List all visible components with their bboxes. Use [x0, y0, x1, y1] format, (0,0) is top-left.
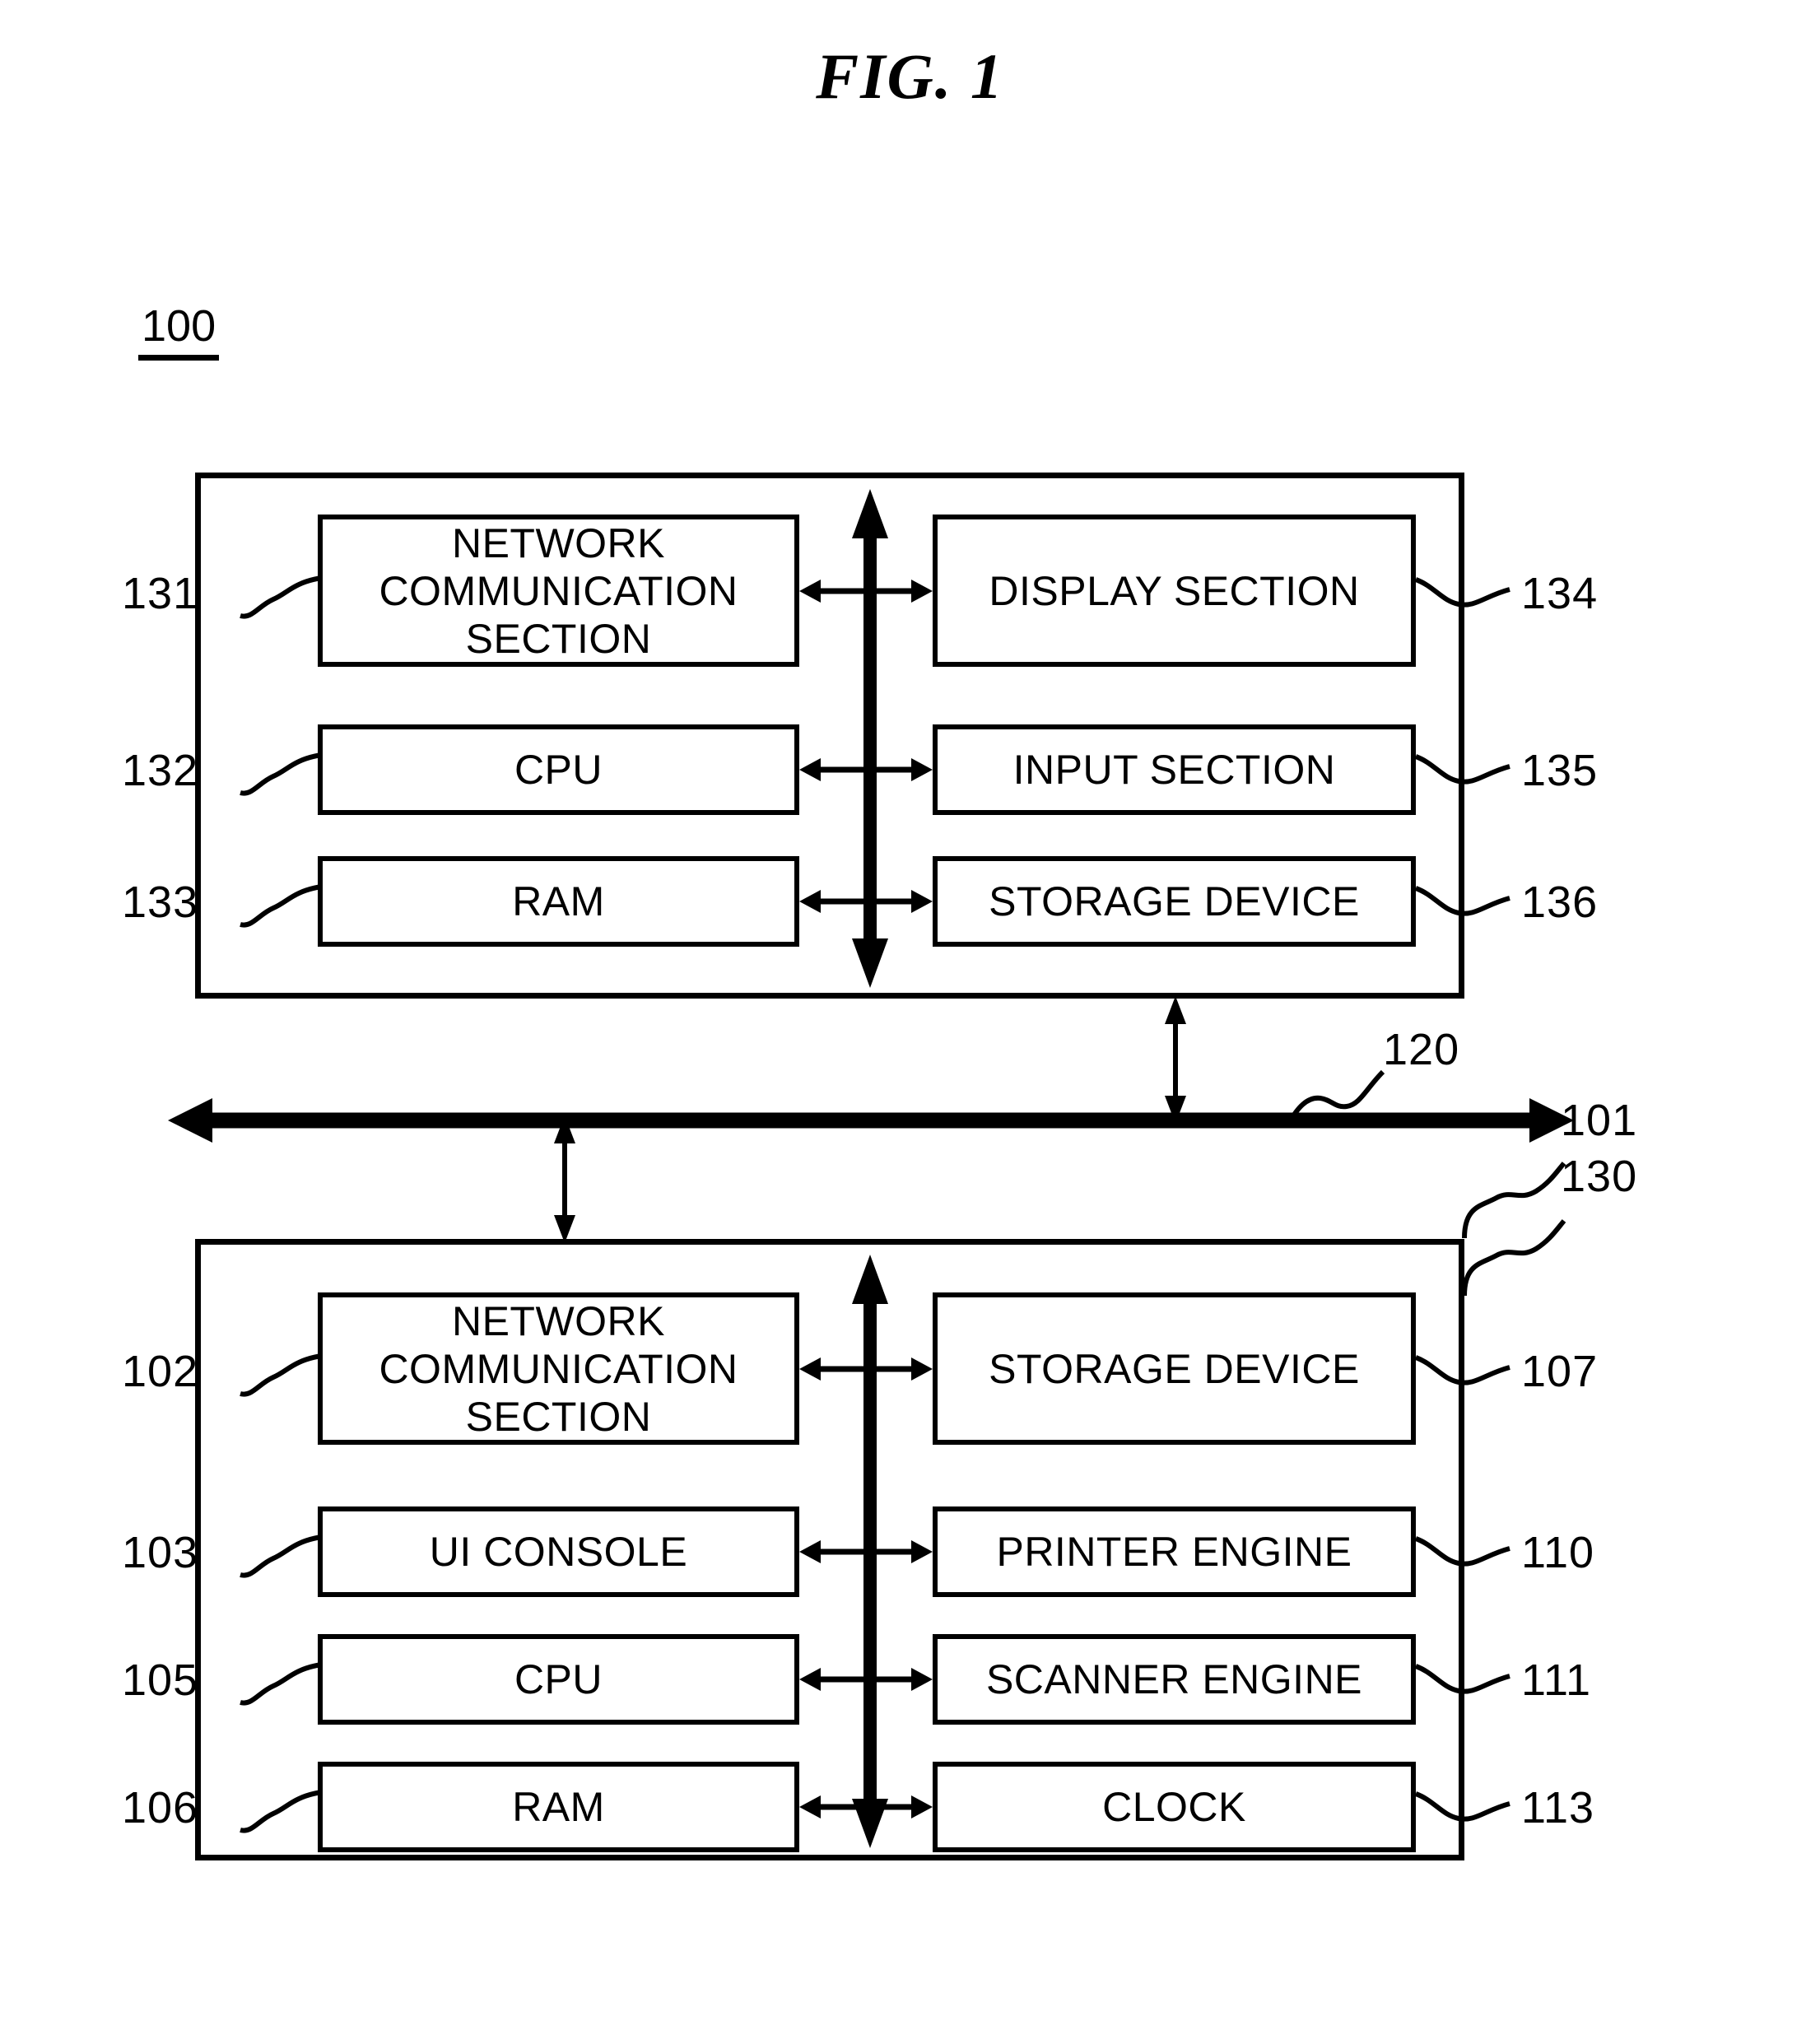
unit-106-label: RAM — [512, 1784, 605, 1830]
unit-136-label: STORAGE DEVICE — [989, 878, 1360, 924]
figure-title: FIG. 1 — [816, 40, 1004, 112]
ref-133: 133 — [122, 878, 199, 927]
unit-103: UI CONSOLE — [318, 1506, 799, 1597]
connector-132-135 — [799, 758, 933, 781]
leader-line-ref-111 — [1414, 1664, 1510, 1694]
unit-113: CLOCK — [933, 1762, 1416, 1852]
connector-105-111 — [799, 1668, 933, 1691]
ref-134: 134 — [1521, 569, 1599, 618]
unit-135-label: INPUT SECTION — [1012, 747, 1336, 793]
ref-101: 101 — [1561, 1096, 1638, 1145]
unit-107: STORAGE DEVICE — [933, 1292, 1416, 1445]
unit-102: NETWORK COMMUNICATION SECTION — [318, 1292, 799, 1445]
ref-120: 120 — [1383, 1025, 1460, 1074]
unit-107-label: STORAGE DEVICE — [989, 1345, 1360, 1392]
unit-133-label: RAM — [512, 878, 605, 924]
unit-110-label: PRINTER ENGINE — [996, 1529, 1352, 1575]
unit-134: DISPLAY SECTION — [933, 515, 1416, 667]
leader-line-ref-103 — [240, 1534, 322, 1578]
ref-111: 111 — [1521, 1655, 1592, 1705]
unit-111: SCANNER ENGINE — [933, 1634, 1416, 1725]
unit-131: NETWORK COMMUNICATION SECTION — [318, 515, 799, 667]
leader-line-ref-102 — [240, 1353, 322, 1397]
ref-131: 131 — [122, 569, 199, 618]
leader-line-ref-135 — [1414, 754, 1510, 785]
ref-132: 132 — [122, 746, 199, 795]
ref-103: 103 — [122, 1528, 199, 1577]
unit-132-label: CPU — [514, 747, 603, 793]
unit-110: PRINTER ENGINE — [933, 1506, 1416, 1597]
leader-line-ref-120 — [1287, 1069, 1385, 1125]
unit-113-label: CLOCK — [1102, 1784, 1246, 1830]
leader-line-ref-106 — [240, 1790, 322, 1833]
ref-102: 102 — [122, 1347, 199, 1396]
unit-132: CPU — [318, 724, 799, 815]
unit-134-label: DISPLAY SECTION — [989, 567, 1360, 614]
unit-105-label: CPU — [514, 1656, 603, 1702]
ref-110: 110 — [1521, 1528, 1595, 1577]
connector-133-136 — [799, 890, 933, 913]
leader-line-ref-105 — [240, 1662, 322, 1706]
ref-136: 136 — [1521, 878, 1599, 927]
leader-line-ref-107 — [1414, 1355, 1510, 1385]
leader-line-ref-110 — [1414, 1536, 1510, 1567]
unit-135: INPUT SECTION — [933, 724, 1416, 815]
unit-106: RAM — [318, 1762, 799, 1852]
leader-line-ref-131 — [240, 575, 322, 619]
connector-103-110 — [799, 1540, 933, 1563]
system-reference-100: 100 — [138, 303, 220, 361]
ref-107: 107 — [1521, 1347, 1599, 1396]
ref-135: 135 — [1521, 746, 1599, 795]
leader-line-ref-134 — [1414, 577, 1510, 608]
link-network-bus-to-101 — [554, 1115, 575, 1243]
connector-131-134 — [799, 580, 933, 603]
unit-133: RAM — [318, 856, 799, 947]
unit-136: STORAGE DEVICE — [933, 856, 1416, 947]
ref-106: 106 — [122, 1783, 199, 1832]
unit-102-label: NETWORK COMMUNICATION SECTION — [379, 1297, 738, 1440]
leader-line-ref-101 — [1462, 1162, 1566, 1239]
ref-113: 113 — [1521, 1783, 1595, 1832]
unit-103-label: UI CONSOLE — [429, 1529, 688, 1575]
leader-line-ref-132 — [240, 752, 322, 796]
connector-106-113 — [799, 1795, 933, 1818]
unit-105: CPU — [318, 1634, 799, 1725]
connector-102-107 — [799, 1357, 933, 1381]
leader-line-ref-136 — [1414, 886, 1510, 916]
unit-131-label: NETWORK COMMUNICATION SECTION — [379, 519, 738, 662]
ref-105: 105 — [122, 1655, 199, 1705]
leader-line-ref-133 — [240, 884, 322, 928]
leader-line-ref-113 — [1414, 1791, 1510, 1822]
unit-111-label: SCANNER ENGINE — [985, 1656, 1363, 1702]
